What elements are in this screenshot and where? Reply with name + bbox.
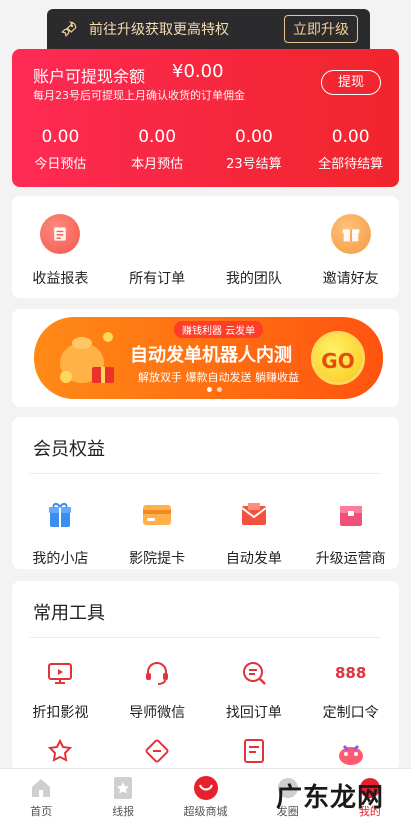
withdraw-button[interactable]: 提现 [321,70,381,95]
stat-label: 本月预估 [131,157,184,172]
vip-label: 自动发单 [225,551,282,567]
code-888-text: 888 [334,664,367,682]
tool-mentor-wechat[interactable]: 导师微信 [109,658,206,722]
vip-my-shop[interactable]: 我的小店 [12,500,109,568]
vip-benefits-section: 会员权益 我的小店 影院提卡 自动发单 升级运营商 [12,417,399,569]
stat-month[interactable]: 0.00 本月预估 [109,127,206,172]
quick-label: 收益报表 [32,271,89,287]
balance-amount: ¥0.00 [172,61,224,82]
stat-pending[interactable]: 0.00 全部待结算 [302,127,399,172]
carousel-dots [207,387,222,392]
stat-23rd[interactable]: 0.00 23号结算 [206,127,303,172]
tool-retrieve-order[interactable]: 找回订单 [206,658,303,722]
quick-my-team[interactable]: 我的团队 [206,214,303,288]
watermark: 广东龙网 [262,775,402,815]
card-icon [109,500,206,530]
stat-value: 0.00 [138,127,177,147]
gift-icon [330,214,371,254]
vip-auto-send[interactable]: 自动发单 [206,500,303,568]
search-order-icon [206,658,303,688]
rocket-icon [59,19,79,39]
vip-upgrade-operator[interactable]: 升级运营商 [302,500,399,568]
go-button[interactable]: GO [311,331,365,385]
section-title: 会员权益 [33,439,105,460]
quick-label: 所有订单 [129,271,186,287]
tool-label: 折扣影视 [32,705,89,721]
tab-super-mall[interactable]: 超级商城 [164,769,246,820]
upgrade-now-button[interactable]: 立即升级 [284,15,358,43]
star-badge-icon [47,738,73,770]
stat-today[interactable]: 0.00 今日预估 [12,127,109,172]
vip-label: 升级运营商 [315,551,386,567]
tab-news[interactable]: 线报 [82,769,164,820]
money-bag-illustration [60,332,114,383]
star-doc-icon [82,775,164,801]
tab-label: 超级商城 [183,805,228,818]
home-icon [0,775,82,801]
stat-value: 0.00 [41,127,80,147]
quick-earnings-report[interactable]: 收益报表 [12,214,109,288]
tool-row2-item[interactable] [206,738,303,770]
vip-label: 我的小店 [32,551,89,567]
tool-discount-video[interactable]: 折扣影视 [12,658,109,722]
banner-card: 赚钱利器 云发单 自动发单机器人内测 解放双手 爆款自动发送 躺赚收益 GO [12,309,399,407]
document-icon [242,738,266,770]
banner-headline: 自动发单机器人内测 [130,345,292,366]
tool-row2-item[interactable] [109,738,206,770]
upgrade-bar[interactable]: 前往升级获取更高特权 立即升级 [47,9,370,49]
team-icon [206,214,303,254]
balance-title: 账户可提现余额 [33,67,146,86]
tool-label: 找回订单 [225,705,282,721]
tool-row2-item[interactable] [12,738,109,770]
carousel-dot[interactable] [217,387,222,392]
balance-stats: 0.00 今日预估 0.00 本月预估 0.00 23号结算 0.00 全部待结… [12,127,399,172]
mall-icon [164,775,246,801]
tab-home[interactable]: 首页 [0,769,82,820]
orders-icon [109,214,206,254]
stat-value: 0.00 [331,127,370,147]
tool-label: 定制口令 [322,705,379,721]
tab-label: 线报 [112,805,135,818]
quick-invite-friends[interactable]: 邀请好友 [302,214,399,288]
quick-label: 邀请好友 [322,271,379,287]
vip-label: 影院提卡 [129,551,186,567]
report-icon [40,214,81,254]
balance-card: 账户可提现余额 ¥0.00 每月23号后可提现上月确认收货的订单佣金 提现 0.… [12,49,399,187]
vip-cinema-card[interactable]: 影院提卡 [109,500,206,568]
stat-label: 23号结算 [226,157,282,172]
tv-icon [12,658,109,688]
quick-actions: 收益报表 所有订单 我的团队 邀请好友 [12,196,399,298]
tool-row2-item[interactable] [302,738,399,770]
carousel-dot[interactable] [207,387,212,392]
section-title: 常用工具 [33,603,105,624]
quick-all-orders[interactable]: 所有订单 [109,214,206,288]
stat-label: 全部待结算 [318,157,384,172]
code-888-icon: 888 [302,658,399,688]
tool-label: 导师微信 [129,705,186,721]
headset-icon [109,658,206,688]
balance-note: 每月23号后可提现上月确认收货的订单佣金 [33,89,245,102]
stat-value: 0.00 [234,127,273,147]
coupon-icon [144,738,170,770]
mail-icon [206,500,303,530]
mascot-icon [334,738,368,770]
banner-subtext: 解放双手 爆款自动发送 躺赚收益 [138,371,299,384]
tab-label: 首页 [30,805,53,818]
upgrade-box-icon [302,500,399,530]
watermark-text: 广东龙网 [276,783,385,813]
stat-label: 今日预估 [34,157,87,172]
shop-icon [12,500,109,530]
banner-tag: 赚钱利器 云发单 [174,321,264,338]
tool-custom-code[interactable]: 888 定制口令 [302,658,399,722]
common-tools-section: 常用工具 折扣影视 导师微信 找回订单 888 定制口令 [12,581,399,771]
upgrade-text: 前往升级获取更高特权 [89,22,229,38]
quick-label: 我的团队 [225,271,282,287]
